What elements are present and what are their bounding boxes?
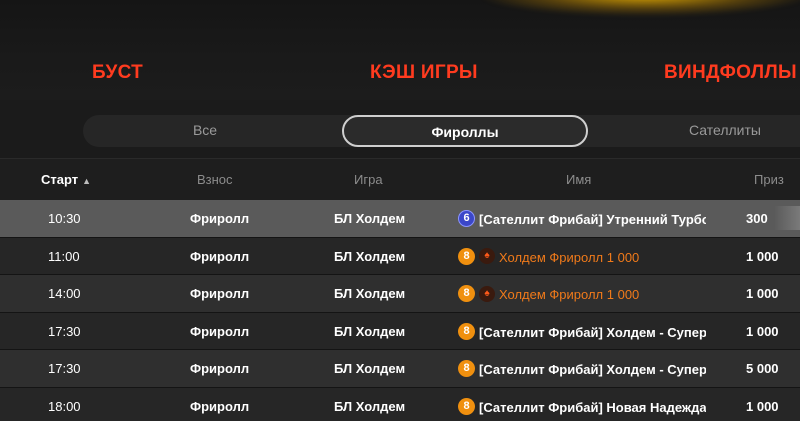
category-boost[interactable]: БУСТ (92, 62, 143, 84)
spade-logo-icon: ♠ (479, 248, 495, 265)
tournament-list: 10:30 Фриролл БЛ Холдем 6 [Сателлит Фриба… (0, 200, 800, 421)
row-game: БЛ Холдем (334, 248, 406, 264)
table-row[interactable]: 18:00 Фриролл БЛ Холдем 8 [Сателлит Фриба… (0, 387, 800, 421)
row-start-time: 14:00 (48, 286, 81, 301)
row-fee: Фриролл (190, 361, 250, 376)
table-row[interactable]: 11:00 Фриролл БЛ Холдем 8 ♠ Холдем Фриролл… (0, 237, 800, 275)
row-start-time: 11:00 (48, 248, 80, 264)
players-count-badge: 8 (458, 322, 475, 340)
row-start-time: 10:30 (48, 211, 81, 226)
row-fee: Фриролл (190, 286, 250, 301)
row-name-text: [Сателлит Фрибай] Утренний Турбо . (479, 212, 706, 228)
row-name: 8 [Сателлит Фрибай] Холдем - Супер . (458, 350, 706, 387)
row-name: 8 [Сателлит Фрибай] Холдем - Супер . (458, 313, 706, 350)
row-fee: Фриролл (190, 248, 250, 264)
row-prize: 1 000 (746, 248, 779, 264)
column-header-prize[interactable]: Приз (754, 159, 784, 201)
row-start-time: 17:30 (48, 361, 81, 376)
row-name: 8 [Сателлит Фрибай] Новая Надежда . (458, 388, 706, 421)
category-windfalls[interactable]: ВИНДФОЛЛЫ (664, 62, 797, 84)
row-prize: 300 (746, 200, 800, 237)
table-row[interactable]: 10:30 Фриролл БЛ Холдем 6 [Сателлит Фриба… (0, 200, 800, 238)
row-prize: 1 000 (746, 398, 779, 414)
row-game: БЛ Холдем (334, 286, 406, 301)
row-fee: Фриролл (190, 398, 250, 414)
table-row[interactable]: 17:30 Фриролл БЛ Холдем 8 [Сателлит Фриба… (0, 312, 800, 350)
row-game: БЛ Холдем (334, 323, 406, 339)
players-count-badge: 8 (458, 360, 475, 378)
tab-freerolls[interactable]: Фироллы (342, 115, 588, 147)
row-start-time: 18:00 (48, 398, 81, 414)
row-prize: 1 000 (746, 286, 779, 301)
column-header-name[interactable]: Имя (566, 159, 591, 201)
players-count-badge: 8 (458, 285, 475, 303)
row-game: БЛ Холдем (334, 398, 406, 414)
row-game: БЛ Холдем (334, 211, 406, 226)
row-prize: 1 000 (746, 323, 779, 339)
table-row[interactable]: 17:30 Фриролл БЛ Холдем 8 [Сателлит Фриба… (0, 350, 800, 388)
row-name-text: [Сателлит Фрибай] Холдем - Супер . (479, 324, 706, 340)
row-start-time: 17:30 (48, 323, 81, 339)
row-name: 8 ♠ Холдем Фриролл 1 000 (458, 238, 706, 275)
table-row[interactable]: 14:00 Фриролл БЛ Холдем 8 ♠ Холдем Фриролл… (0, 275, 800, 313)
column-header-start[interactable]: Старт ▲ (41, 159, 91, 201)
sort-ascending-icon: ▲ (82, 176, 92, 186)
row-name: 8 ♠ Холдем Фриролл 1 000 (458, 275, 706, 312)
row-name-text: [Сателлит Фрибай] Новая Надежда . (479, 399, 706, 415)
category-cash-games[interactable]: КЭШ ИГРЫ (370, 62, 478, 84)
spade-logo-icon: ♠ (479, 285, 495, 302)
tab-all[interactable]: Все (150, 115, 260, 147)
column-header-start-label: Старт (41, 172, 79, 187)
table-header: Старт ▲ Взнос Игра Имя Приз (0, 158, 800, 200)
column-header-game[interactable]: Игра (354, 159, 383, 201)
row-name-text: [Сателлит Фрибай] Холдем - Супер . (479, 362, 706, 378)
tab-satellites[interactable]: Сателлиты (660, 115, 790, 147)
row-name: 6 [Сателлит Фрибай] Утренний Турбо . (458, 200, 706, 237)
row-name-text: Холдем Фриролл 1 000 (499, 287, 640, 303)
players-count-badge: 6 (458, 210, 475, 228)
players-count-badge: 8 (458, 247, 475, 265)
players-count-badge: 8 (458, 397, 475, 415)
row-prize-value: 300 (746, 211, 768, 226)
row-name-text: Холдем Фриролл 1 000 (499, 249, 640, 265)
row-fee: Фриролл (190, 211, 250, 226)
column-header-fee[interactable]: Взнос (197, 159, 233, 201)
row-prize: 5 000 (746, 361, 779, 376)
prize-fade-overlay (774, 206, 800, 230)
row-game: БЛ Холдем (334, 361, 406, 376)
row-fee: Фриролл (190, 323, 250, 339)
